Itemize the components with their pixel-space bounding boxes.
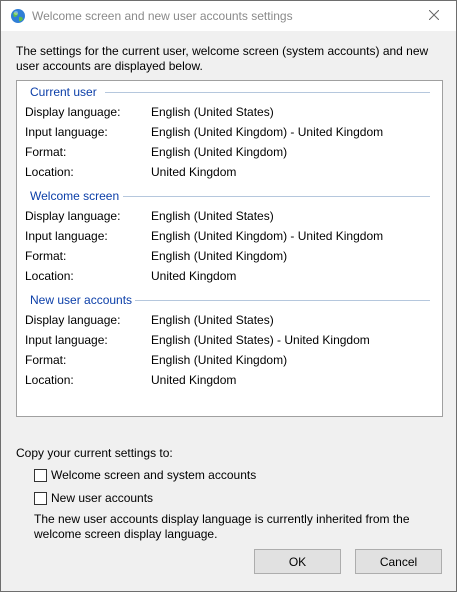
new-user-accounts-checkbox-row[interactable]: New user accounts (34, 490, 153, 506)
new-user-accounts-checkbox-label[interactable]: New user accounts (51, 491, 153, 505)
input-language-label: Input language: (25, 229, 108, 243)
input-language-value: English (United Kingdom) - United Kingdo… (151, 125, 384, 139)
section-divider (105, 92, 430, 93)
section-title: Current user (30, 85, 97, 99)
settings-panel: Current user Display language: English (… (16, 80, 443, 417)
display-language-value: English (United States) (151, 105, 274, 119)
globe-icon (10, 8, 26, 24)
title-bar: Welcome screen and new user accounts set… (1, 1, 456, 31)
dialog-window: Welcome screen and new user accounts set… (0, 0, 457, 592)
format-value: English (United Kingdom) (151, 145, 288, 159)
intro-text: The settings for the current user, welco… (16, 44, 429, 73)
section-header: Current user (30, 84, 101, 100)
display-language-value: English (United States) (151, 209, 274, 223)
location-value: United Kingdom (151, 269, 237, 283)
close-button[interactable] (412, 1, 456, 31)
section-header: Welcome screen (30, 188, 123, 204)
display-language-label: Display language: (25, 209, 121, 223)
input-language-label: Input language: (25, 125, 108, 139)
close-icon (428, 9, 440, 23)
location-value: United Kingdom (151, 373, 237, 387)
input-language-value: English (United Kingdom) - United Kingdo… (151, 229, 384, 243)
cancel-button[interactable]: Cancel (355, 549, 442, 574)
copy-settings-heading: Copy your current settings to: (16, 446, 173, 460)
section-divider (123, 196, 430, 197)
welcome-screen-checkbox-label[interactable]: Welcome screen and system accounts (51, 468, 256, 482)
location-label: Location: (25, 373, 74, 387)
section-header: New user accounts (30, 292, 136, 308)
inheritance-note: The new user accounts display language i… (34, 512, 410, 541)
ok-button[interactable]: OK (254, 549, 341, 574)
format-label: Format: (25, 353, 67, 367)
display-language-value: English (United States) (151, 313, 274, 327)
format-value: English (United Kingdom) (151, 353, 288, 367)
section-divider (135, 300, 430, 301)
display-language-label: Display language: (25, 313, 121, 327)
new-user-accounts-checkbox[interactable] (34, 491, 47, 505)
format-label: Format: (25, 145, 67, 159)
section-title: New user accounts (30, 293, 133, 307)
window-title: Welcome screen and new user accounts set… (32, 9, 293, 23)
welcome-screen-checkbox[interactable] (34, 468, 47, 482)
location-label: Location: (25, 269, 74, 283)
format-value: English (United Kingdom) (151, 249, 288, 263)
input-language-value: English (United States) - United Kingdom (151, 333, 370, 347)
location-label: Location: (25, 165, 74, 179)
format-label: Format: (25, 249, 67, 263)
display-language-label: Display language: (25, 105, 121, 119)
input-language-label: Input language: (25, 333, 108, 347)
section-title: Welcome screen (30, 189, 120, 203)
welcome-screen-checkbox-row[interactable]: Welcome screen and system accounts (34, 467, 256, 483)
location-value: United Kingdom (151, 165, 237, 179)
